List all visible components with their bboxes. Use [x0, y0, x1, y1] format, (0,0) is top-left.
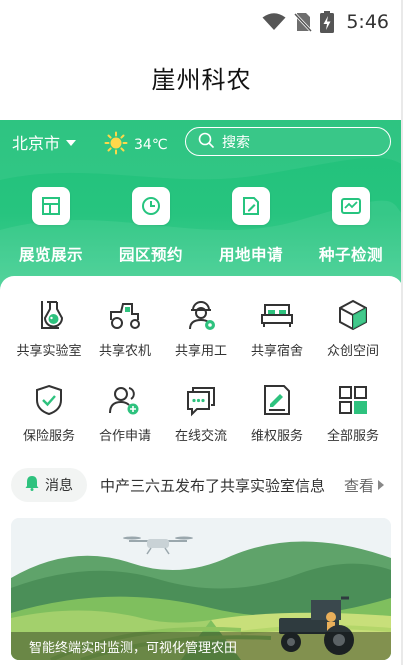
- search-icon: [198, 132, 214, 152]
- status-bar: 5:46: [0, 0, 403, 44]
- temperature-label: 34℃: [134, 137, 168, 153]
- document-pen-icon: [260, 383, 294, 417]
- notice-tag: 消息: [11, 468, 87, 502]
- search-placeholder: 搜索: [222, 134, 250, 151]
- service-label: 共享农机: [98, 344, 151, 359]
- service-maker-space[interactable]: 众创空间: [313, 298, 393, 359]
- quick-link-exhibition[interactable]: 展览展示: [8, 187, 94, 265]
- battery-charging-icon: [320, 11, 335, 33]
- quick-link-park-booking[interactable]: 园区预约: [108, 187, 194, 265]
- edit-document-icon: [232, 187, 270, 225]
- search-input[interactable]: 搜索: [185, 127, 391, 156]
- no-sim-icon: [294, 12, 313, 32]
- notice-more-link[interactable]: 查看: [344, 475, 385, 496]
- shield-check-icon: [32, 383, 66, 417]
- service-cooperation[interactable]: 合作申请: [85, 383, 165, 444]
- service-online-chat[interactable]: 在线交流: [161, 383, 241, 444]
- chevron-down-icon: [66, 140, 77, 146]
- location-selector[interactable]: 北京市: [12, 130, 77, 154]
- quick-link-seed-testing[interactable]: 种子检测: [308, 187, 394, 265]
- bell-icon: [25, 475, 39, 495]
- status-time: 5:46: [346, 11, 389, 33]
- quick-link-label: 用地申请: [218, 246, 283, 264]
- service-label: 在线交流: [174, 429, 227, 444]
- banner-caption: 智能终端实时监测，可视化管理农田: [11, 632, 391, 660]
- chart-screen-icon: [332, 187, 370, 225]
- service-shared-machinery[interactable]: 共享农机: [85, 298, 165, 359]
- location-label: 北京市: [12, 134, 61, 153]
- service-rights-protection[interactable]: 维权服务: [237, 383, 317, 444]
- service-all-services[interactable]: 全部服务: [313, 383, 393, 444]
- quick-link-label: 种子检测: [318, 246, 383, 264]
- service-shared-dormitory[interactable]: 共享宿舍: [237, 298, 317, 359]
- service-label: 共享用工: [174, 344, 227, 359]
- notice-more-label: 查看: [344, 476, 375, 495]
- service-label: 众创空间: [326, 344, 379, 359]
- quick-link-land-application[interactable]: 用地申请: [208, 187, 294, 265]
- service-label: 共享实验室: [16, 344, 82, 359]
- cube-icon: [336, 298, 370, 332]
- bed-icon: [259, 298, 295, 332]
- flask-icon: [32, 298, 66, 332]
- service-shared-labor[interactable]: 共享用工: [161, 298, 241, 359]
- service-insurance[interactable]: 保险服务: [9, 383, 89, 444]
- weather-widget: 34℃: [104, 131, 168, 159]
- wifi-icon: [262, 13, 286, 31]
- chat-icon: [184, 383, 218, 417]
- sun-icon: [104, 131, 128, 159]
- worker-icon: [184, 298, 218, 332]
- page-title: 崖州科农: [151, 66, 252, 94]
- service-label: 保险服务: [22, 429, 75, 444]
- apps-grid-icon: [336, 383, 370, 417]
- service-label: 合作申请: [98, 429, 151, 444]
- quick-link-label: 园区预约: [118, 246, 183, 264]
- service-label: 共享宿舍: [250, 344, 303, 359]
- notice-bar: 消息 中产三六五发布了共享实验室信息 查看: [11, 467, 391, 503]
- service-label: 全部服务: [326, 429, 379, 444]
- notice-tag-label: 消息: [45, 478, 73, 494]
- tractor-icon: [107, 298, 143, 332]
- service-shared-lab[interactable]: 共享实验室: [9, 298, 89, 359]
- quick-link-label: 展览展示: [18, 246, 83, 264]
- people-add-icon: [107, 383, 143, 417]
- service-label: 维权服务: [250, 429, 303, 444]
- clock-icon: [132, 187, 170, 225]
- grid-icon: [32, 187, 70, 225]
- notice-message[interactable]: 中产三六五发布了共享实验室信息: [100, 475, 332, 496]
- chevron-right-icon: [377, 476, 385, 494]
- promo-banner[interactable]: 智能终端实时监测，可视化管理农田: [11, 518, 391, 660]
